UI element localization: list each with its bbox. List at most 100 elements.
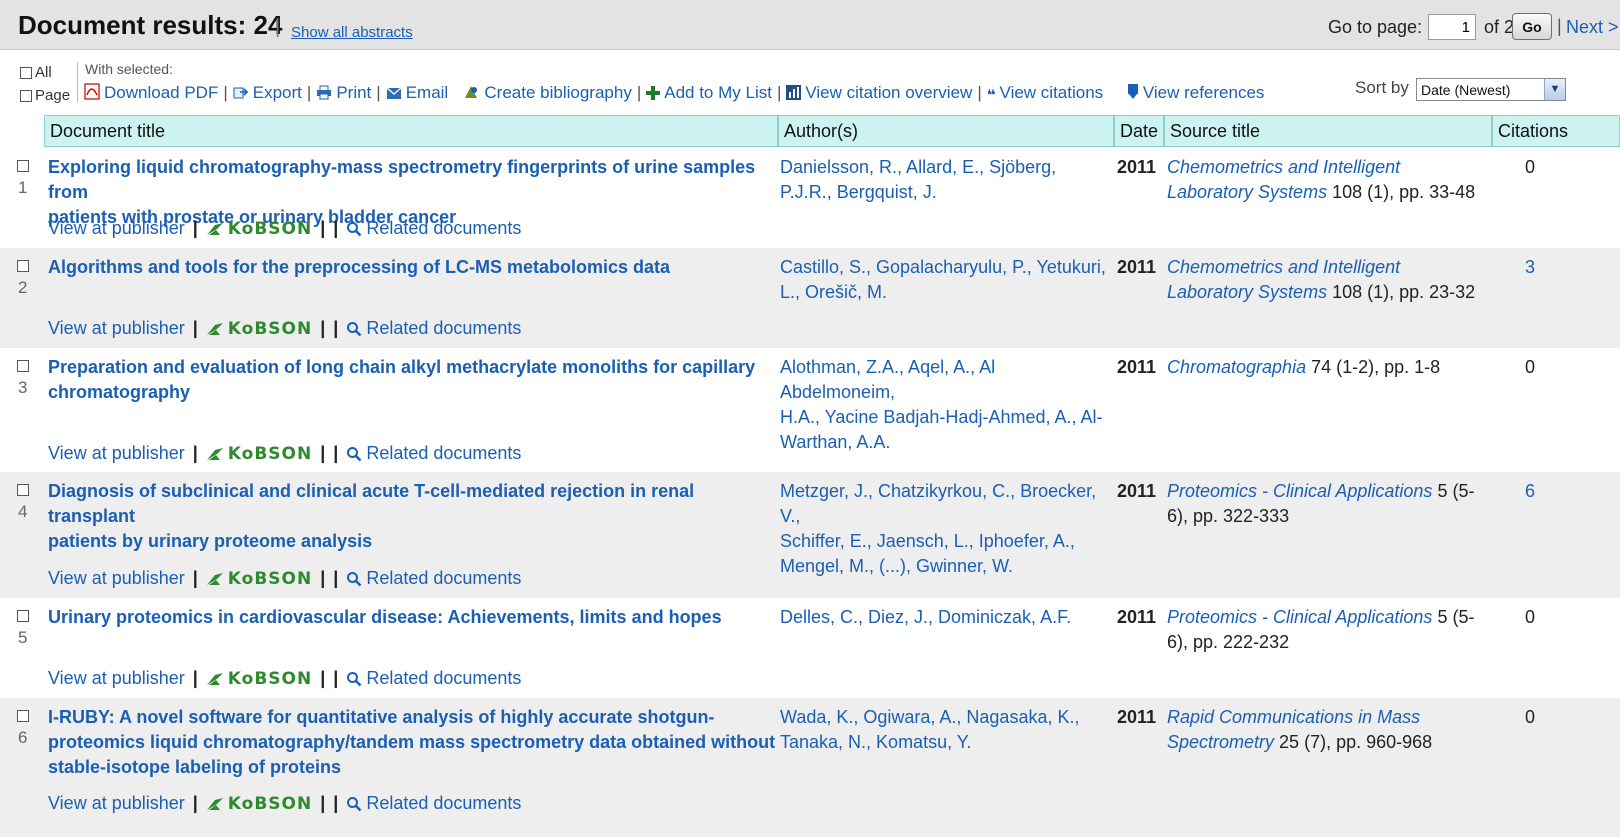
- source-line: Proteomics - Clinical Applications 5 (5-: [1167, 605, 1489, 630]
- link-separator: |: [192, 668, 198, 688]
- show-all-abstracts-link[interactable]: Show all abstracts: [291, 24, 413, 41]
- result-title-line[interactable]: Preparation and evaluation of long chain…: [48, 355, 776, 380]
- result-title-line[interactable]: Urinary proteomics in cardiovascular dis…: [48, 605, 776, 630]
- result-author-line[interactable]: P.J.R., Bergquist, J.: [780, 180, 1110, 205]
- related-documents-link[interactable]: Related documents: [346, 443, 521, 463]
- view-citation-overview-action[interactable]: View citation overview: [786, 83, 972, 103]
- result-citation-count[interactable]: 3: [1502, 255, 1558, 280]
- print-action[interactable]: Print: [316, 83, 371, 103]
- kobson-link[interactable]: KoBSON: [206, 568, 312, 589]
- source-line: Chromatographia 74 (1-2), pp. 1-8: [1167, 355, 1489, 380]
- kobson-link[interactable]: KoBSON: [206, 318, 313, 339]
- kobson-link[interactable]: KoBSON: [206, 668, 313, 689]
- add-to-my-list-action[interactable]: Add to My List: [646, 83, 772, 103]
- export-action[interactable]: Export: [233, 83, 302, 103]
- result-checkbox[interactable]: [17, 260, 29, 272]
- view-at-publisher-link[interactable]: View at publisher: [48, 668, 185, 688]
- related-documents-link[interactable]: Related documents: [346, 318, 521, 338]
- print-label: Print: [336, 83, 372, 102]
- source-journal[interactable]: Spectrometry: [1167, 732, 1274, 752]
- result-title-line[interactable]: stable-isotope labeling of proteins: [48, 755, 776, 780]
- column-header-citations[interactable]: Citations: [1492, 115, 1620, 147]
- result-author-line[interactable]: L., Orešič, M.: [780, 280, 1110, 305]
- result-author-line[interactable]: Metzger, J., Chatzikyrkou, C., Broecker,…: [780, 479, 1110, 529]
- magnifier-icon: [347, 672, 362, 687]
- result-title-line[interactable]: Algorithms and tools for the preprocessi…: [48, 255, 776, 280]
- sort-select[interactable]: Date (Newest) ▼: [1416, 78, 1566, 101]
- result-checkbox[interactable]: [17, 484, 29, 496]
- select-page-option[interactable]: Page: [20, 87, 70, 104]
- view-at-publisher-link[interactable]: View at publisher: [48, 793, 185, 813]
- result-author-line[interactable]: Wada, K., Ogiwara, A., Nagasaka, K.,: [780, 705, 1110, 730]
- result-title[interactable]: I-RUBY: A novel software for quantitativ…: [48, 705, 776, 780]
- view-at-publisher-link[interactable]: View at publisher: [48, 568, 185, 588]
- select-all-option[interactable]: All: [20, 64, 52, 81]
- result-links: View at publisher | KoBSON | | Related docume…: [48, 318, 521, 339]
- result-title-line[interactable]: proteomics liquid chromatography/tandem …: [48, 730, 776, 755]
- result-title-line[interactable]: patients by urinary proteome analysis: [48, 529, 776, 554]
- related-documents-link[interactable]: Related documents: [346, 793, 521, 813]
- result-title[interactable]: Urinary proteomics in cardiovascular dis…: [48, 605, 776, 630]
- result-checkbox[interactable]: [17, 160, 29, 172]
- result-author-line[interactable]: Warthan, A.A.: [780, 430, 1110, 455]
- view-at-publisher-link[interactable]: View at publisher: [48, 443, 185, 463]
- result-title-line[interactable]: I-RUBY: A novel software for quantitativ…: [48, 705, 776, 730]
- column-header-authors[interactable]: Author(s): [778, 115, 1114, 147]
- create-bibliography-action[interactable]: Create bibliography: [462, 83, 632, 103]
- result-author-line[interactable]: Schiffer, E., Jaensch, L., Iphoefer, A.,: [780, 529, 1110, 554]
- result-title-line[interactable]: Diagnosis of subclinical and clinical ac…: [48, 479, 776, 529]
- source-journal[interactable]: Proteomics - Clinical Applications: [1167, 607, 1432, 627]
- kobson-link[interactable]: KoBSON: [206, 793, 312, 814]
- source-journal[interactable]: Chemometrics and Intelligent: [1167, 157, 1400, 177]
- related-documents-link[interactable]: Related documents: [346, 668, 521, 688]
- source-journal[interactable]: Chromatographia: [1167, 357, 1306, 377]
- result-author-line[interactable]: Danielsson, R., Allard, E., Sjöberg,: [780, 155, 1110, 180]
- result-author-line[interactable]: Delles, C., Diez, J., Dominiczak, A.F.: [780, 605, 1110, 630]
- select-all-checkbox[interactable]: [20, 67, 32, 80]
- kobson-label: KoBSON: [227, 319, 313, 339]
- next-page-link[interactable]: Next >: [1566, 17, 1619, 38]
- source-journal[interactable]: Rapid Communications in Mass: [1167, 707, 1420, 727]
- page-number-input[interactable]: [1428, 14, 1476, 40]
- result-checkbox[interactable]: [17, 360, 29, 372]
- kobson-link[interactable]: KoBSON: [206, 218, 312, 239]
- column-header-date[interactable]: Date: [1114, 115, 1164, 147]
- source-journal[interactable]: Chemometrics and Intelligent: [1167, 257, 1400, 277]
- view-citations-action[interactable]: ❝ View citations: [987, 83, 1103, 104]
- column-header-title[interactable]: Document title: [44, 115, 778, 147]
- result-author-line[interactable]: Castillo, S., Gopalacharyulu, P., Yetuku…: [780, 255, 1110, 280]
- result-title-line[interactable]: Exploring liquid chromatography-mass spe…: [48, 155, 776, 205]
- result-author-line[interactable]: Mengel, M., (...), Gwinner, W.: [780, 554, 1110, 579]
- result-author-line[interactable]: Alothman, Z.A., Aqel, A., Al Abdelmoneim…: [780, 355, 1110, 405]
- go-button[interactable]: Go: [1512, 13, 1552, 40]
- download-pdf-action[interactable]: Download PDF: [84, 83, 218, 103]
- source-journal[interactable]: Laboratory Systems: [1167, 282, 1327, 302]
- result-citation-count[interactable]: 6: [1502, 479, 1558, 504]
- result-checkbox[interactable]: [17, 610, 29, 622]
- related-documents-label: Related documents: [366, 668, 522, 688]
- related-documents-link[interactable]: Related documents: [346, 218, 521, 238]
- column-header-source[interactable]: Source title: [1164, 115, 1492, 147]
- view-references-action[interactable]: View references: [1127, 83, 1264, 103]
- result-author-line[interactable]: Tanaka, N., Komatsu, Y.: [780, 730, 1110, 755]
- source-journal[interactable]: Proteomics - Clinical Applications: [1167, 481, 1432, 501]
- kobson-link[interactable]: KoBSON: [206, 443, 312, 464]
- view-at-publisher-link[interactable]: View at publisher: [48, 318, 185, 338]
- result-checkbox[interactable]: [17, 710, 29, 722]
- related-documents-label: Related documents: [366, 218, 522, 238]
- select-page-checkbox[interactable]: [20, 90, 32, 103]
- page-count-label: of 2: [1484, 17, 1515, 37]
- result-title[interactable]: Diagnosis of subclinical and clinical ac…: [48, 479, 776, 554]
- result-number: 1: [18, 178, 28, 197]
- related-documents-link[interactable]: Related documents: [346, 568, 521, 588]
- result-author-line[interactable]: H.A., Yacine Badjah-Hadj-Ahmed, A., Al-: [780, 405, 1110, 430]
- result-title-line[interactable]: chromatography: [48, 380, 776, 405]
- source-line: Laboratory Systems 108 (1), pp. 23-32: [1167, 280, 1489, 305]
- view-at-publisher-link[interactable]: View at publisher: [48, 218, 185, 238]
- email-action[interactable]: Email: [386, 83, 448, 103]
- result-title[interactable]: Algorithms and tools for the preprocessi…: [48, 255, 776, 280]
- result-title[interactable]: Preparation and evaluation of long chain…: [48, 355, 776, 405]
- source-journal[interactable]: Laboratory Systems: [1167, 182, 1327, 202]
- chevron-down-icon[interactable]: ▼: [1544, 79, 1565, 100]
- kobson-label: KoBSON: [227, 669, 313, 689]
